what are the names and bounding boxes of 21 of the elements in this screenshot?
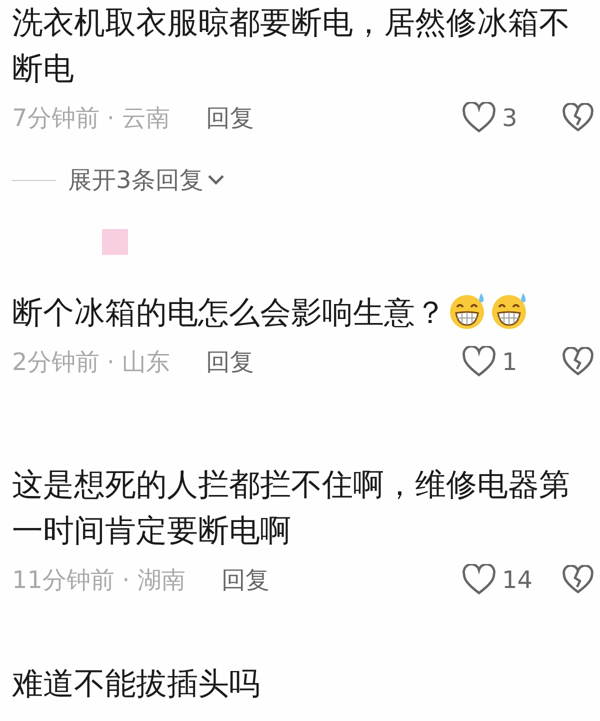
comment-meta: 7分钟前 · 云南: [12, 103, 170, 134]
reply-link[interactable]: 回复: [206, 102, 254, 134]
comment-text: 断个冰箱的电怎么会影响生意？: [12, 290, 584, 336]
comment-meta: 2分钟前 · 山东: [12, 347, 170, 378]
comment-text: 这是想死的人拦都拦不住啊，维修电器第一时间肯定要断电啊: [12, 466, 571, 551]
broken-heart-icon[interactable]: [562, 103, 594, 133]
expand-replies-button[interactable]: 展开3条回复: [68, 164, 226, 196]
like-count: 1: [502, 348, 518, 376]
broken-heart-icon[interactable]: [562, 565, 594, 595]
heart-icon[interactable]: [462, 346, 496, 378]
like-count: 14: [502, 566, 534, 594]
comment-meta: 11分钟前 · 湖南: [12, 565, 186, 596]
comment-text: 难道不能拔插头吗: [12, 665, 261, 704]
comment-text: 洗衣机取衣服晾都要断电，居然修冰箱不断电: [12, 4, 571, 89]
heart-icon[interactable]: [462, 102, 496, 134]
reply-link[interactable]: 回复: [206, 346, 254, 378]
reply-link[interactable]: 回复: [221, 564, 270, 596]
heart-icon[interactable]: [462, 564, 496, 596]
like-count: 3: [502, 104, 518, 132]
chevron-down-icon: [207, 174, 226, 186]
broken-heart-icon[interactable]: [562, 347, 594, 377]
